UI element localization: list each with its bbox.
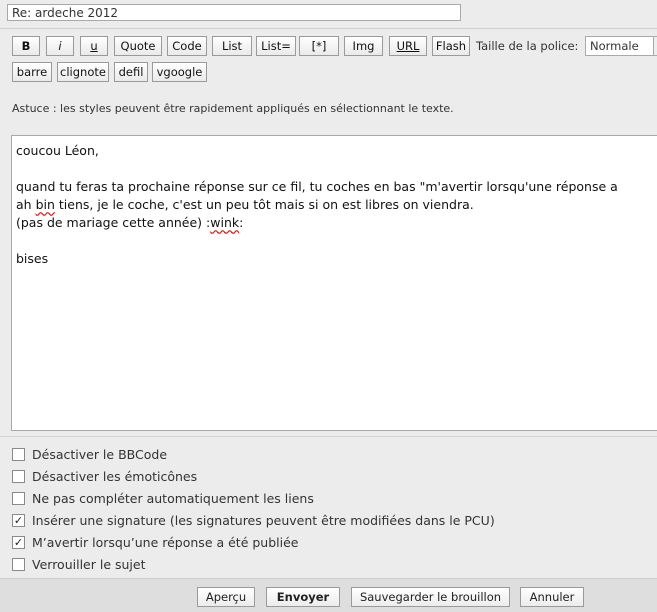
italic-button[interactable]: i <box>46 36 74 56</box>
blink-button[interactable]: clignote <box>57 62 109 82</box>
font-size-select[interactable]: Normale <box>585 36 657 56</box>
style-tip: Astuce : les styles peuvent être rapidem… <box>12 102 454 115</box>
editor-line: bises <box>16 251 49 266</box>
option-label: Désactiver le BBCode <box>32 446 168 462</box>
strike-button[interactable]: barre <box>12 62 52 82</box>
cancel-button[interactable]: Annuler <box>520 587 584 607</box>
submit-bar: Aperçu Envoyer Sauvegarder le brouillon … <box>0 578 657 612</box>
send-button[interactable]: Envoyer <box>266 587 340 607</box>
option-notify-reply[interactable]: ✓ M’avertir lorsqu’une réponse a été pub… <box>12 534 299 550</box>
option-disable-magic-url[interactable]: Ne pas compléter automatiquement les lie… <box>12 490 314 506</box>
option-disable-smilies[interactable]: Désactiver les émoticônes <box>12 468 197 484</box>
marquee-button[interactable]: defil <box>114 62 148 82</box>
font-size-label: Taille de la police: <box>476 39 579 53</box>
list-item-button[interactable]: [*] <box>299 36 339 56</box>
quote-button[interactable]: Quote <box>114 36 162 56</box>
option-label: Ne pas compléter automatiquement les lie… <box>32 490 314 506</box>
editor-line: ah bin tiens, je le coche, c'est un peu … <box>16 197 474 212</box>
checkbox[interactable] <box>12 469 25 483</box>
subject-bar <box>0 0 657 29</box>
misspelled-word: bin <box>35 197 55 212</box>
option-label: M’avertir lorsqu’une réponse a été publi… <box>32 534 299 550</box>
code-button[interactable]: Code <box>167 36 207 56</box>
editor-line: quand tu feras ta prochaine réponse sur … <box>16 179 618 194</box>
url-button[interactable]: URL <box>389 36 427 56</box>
option-label: Désactiver les émoticônes <box>32 468 198 484</box>
option-lock-topic[interactable]: Verrouiller le sujet <box>12 556 145 572</box>
message-editor[interactable]: coucou Léon, quand tu feras ta prochaine… <box>11 135 657 431</box>
ordered-list-button[interactable]: List= <box>256 36 296 56</box>
checkbox[interactable] <box>12 447 25 461</box>
font-size-value: Normale <box>590 39 639 53</box>
checkbox[interactable] <box>12 491 25 505</box>
bold-button[interactable]: B <box>12 36 40 56</box>
chevron-down-icon[interactable] <box>653 37 657 55</box>
underline-button[interactable]: u <box>80 36 108 56</box>
preview-button[interactable]: Aperçu <box>197 587 255 607</box>
vgoogle-button[interactable]: vgoogle <box>152 62 207 82</box>
option-disable-bbcode[interactable]: Désactiver le BBCode <box>12 446 167 462</box>
option-label: Insérer une signature (les signatures pe… <box>32 512 495 528</box>
misspelled-word: wink <box>210 215 240 230</box>
checkbox[interactable] <box>12 557 25 571</box>
editor-text: : <box>239 215 244 230</box>
list-button[interactable]: List <box>212 36 252 56</box>
option-attach-signature[interactable]: ✓ Insérer une signature (les signatures … <box>12 512 495 528</box>
image-button[interactable]: Img <box>344 36 383 56</box>
save-draft-button[interactable]: Sauvegarder le brouillon <box>351 587 510 607</box>
option-label: Verrouiller le sujet <box>32 556 146 572</box>
checkbox-checked[interactable]: ✓ <box>12 535 25 549</box>
checkbox-checked[interactable]: ✓ <box>12 513 25 527</box>
editor-line: (pas de mariage cette année) :wink: <box>16 215 243 230</box>
editor-text: (pas de mariage cette année) : <box>16 215 211 230</box>
editor-text: ah <box>16 197 36 212</box>
subject-input[interactable] <box>7 4 461 21</box>
flash-button[interactable]: Flash <box>432 36 470 56</box>
editor-line: coucou Léon, <box>16 143 99 158</box>
editor-text: tiens, je le coche, c'est un peu tôt mai… <box>54 197 474 212</box>
